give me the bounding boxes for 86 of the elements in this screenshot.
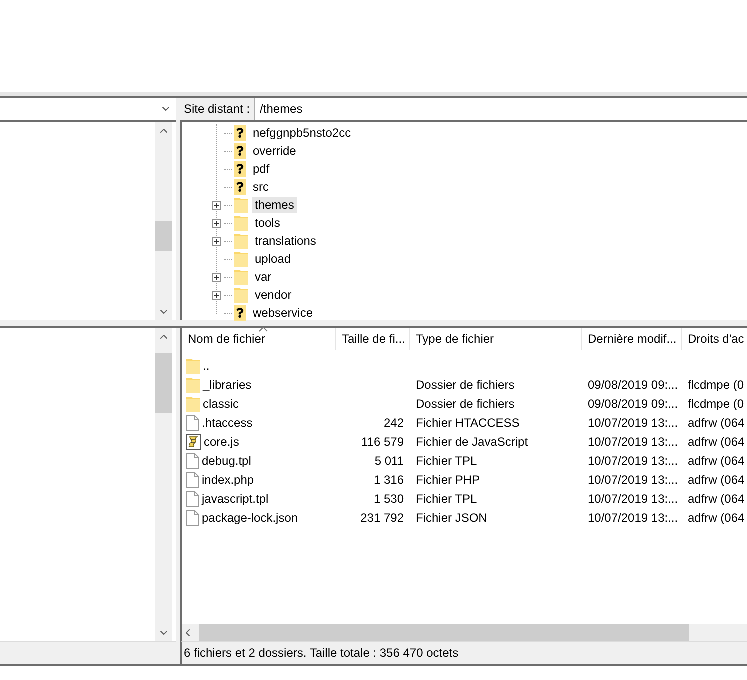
unknown-item-icon xyxy=(234,161,246,177)
folder-icon xyxy=(234,269,248,285)
folder-icon xyxy=(234,215,248,231)
expand-icon[interactable] xyxy=(212,290,221,300)
tree-item[interactable]: nefggnpb5nsto2cc xyxy=(250,125,354,141)
vertical-scrollbar[interactable] xyxy=(155,328,172,641)
permissions: flcdmpe (0 xyxy=(688,378,744,392)
file-type: Fichier de JavaScript xyxy=(416,434,528,448)
folder-icon xyxy=(186,376,200,392)
permissions: adfrw (064 xyxy=(688,454,745,468)
file-name[interactable]: index.php xyxy=(202,472,254,486)
file-size: 1 530 xyxy=(374,492,404,506)
permissions: adfrw (064 xyxy=(688,434,745,448)
scrollbar-thumb[interactable] xyxy=(155,353,172,413)
file-name[interactable]: .htaccess xyxy=(202,416,253,430)
unknown-item-icon xyxy=(234,125,246,141)
folder-icon xyxy=(234,233,248,249)
permissions: adfrw (064 xyxy=(688,510,745,524)
file-size: 242 xyxy=(384,416,404,430)
tree-item[interactable]: override xyxy=(250,143,300,159)
permissions: adfrw (064 xyxy=(688,492,745,506)
file-size: 5 011 xyxy=(374,454,404,468)
file-icon xyxy=(186,452,199,468)
file-name[interactable]: .. xyxy=(203,358,210,372)
vertical-scrollbar[interactable] xyxy=(155,122,172,320)
unknown-item-icon xyxy=(234,179,246,195)
column-header[interactable]: Dernière modif... xyxy=(582,328,682,350)
file-icon xyxy=(186,414,199,430)
file-icon xyxy=(186,510,199,526)
modified-date: 10/07/2019 13:... xyxy=(588,510,678,524)
file-type: Fichier PHP xyxy=(416,472,480,486)
column-header[interactable]: Droits d'ac xyxy=(682,328,747,350)
expand-icon[interactable] xyxy=(212,272,221,282)
modified-date: 10/07/2019 13:... xyxy=(588,472,678,486)
file-icon xyxy=(186,472,199,488)
file-size: 231 792 xyxy=(360,510,404,524)
file-type: Dossier de fichiers xyxy=(416,378,515,392)
file-name[interactable]: classic xyxy=(203,396,240,410)
tree-item[interactable]: var xyxy=(252,269,275,285)
expand-icon[interactable] xyxy=(212,218,221,228)
unknown-item-icon xyxy=(234,143,246,159)
tree-item[interactable]: tools xyxy=(252,215,284,231)
file-size: 1 316 xyxy=(374,472,404,486)
modified-date: 09/08/2019 09:... xyxy=(588,378,678,392)
scrollbar-thumb[interactable] xyxy=(155,221,172,251)
column-header[interactable]: Type de fichier xyxy=(410,328,582,350)
file-type: Fichier JSON xyxy=(416,510,488,524)
permissions: flcdmpe (0 xyxy=(688,396,744,410)
file-type: Fichier TPL xyxy=(416,492,478,506)
unknown-item-icon xyxy=(234,305,246,321)
expand-icon[interactable] xyxy=(212,236,221,246)
folder-icon xyxy=(234,287,248,303)
file-type: Fichier HTACCESS xyxy=(416,416,520,430)
folder-icon xyxy=(186,396,200,412)
modified-date: 10/07/2019 13:... xyxy=(588,416,678,430)
file-size: 116 579 xyxy=(362,434,404,448)
file-name[interactable]: debug.tpl xyxy=(202,454,252,468)
folder-icon xyxy=(186,358,200,374)
file-icon xyxy=(186,490,199,506)
file-name[interactable]: javascript.tpl xyxy=(202,492,269,506)
tree-item[interactable]: translations xyxy=(252,233,320,249)
modified-date: 09/08/2019 09:... xyxy=(588,396,678,410)
script-file-icon xyxy=(186,434,201,450)
tree-item[interactable]: pdf xyxy=(250,161,273,177)
modified-date: 10/07/2019 13:... xyxy=(588,492,678,506)
folder-icon xyxy=(234,251,248,267)
modified-date: 10/07/2019 13:... xyxy=(588,454,678,468)
file-type: Fichier TPL xyxy=(416,454,478,468)
file-name[interactable]: core.js xyxy=(204,434,240,448)
tree-item[interactable]: src xyxy=(250,179,272,195)
permissions: adfrw (064 xyxy=(688,416,745,430)
file-name[interactable]: _libraries xyxy=(203,378,252,392)
file-type: Dossier de fichiers xyxy=(416,396,515,410)
permissions: adfrw (064 xyxy=(688,472,745,486)
folder-icon xyxy=(234,197,248,213)
column-header[interactable]: Nom de fichier xyxy=(182,328,336,350)
horizontal-scrollbar[interactable] xyxy=(182,624,747,641)
tree-item[interactable]: webservice xyxy=(250,305,316,321)
tree-item[interactable]: vendor xyxy=(252,287,295,303)
file-name[interactable]: package-lock.json xyxy=(202,510,298,524)
tree-item[interactable]: themes xyxy=(252,197,298,213)
remote-path-field[interactable]: /themes xyxy=(255,98,747,120)
tree-item[interactable]: upload xyxy=(252,251,294,267)
modified-date: 10/07/2019 13:... xyxy=(588,434,678,448)
column-header[interactable]: Taille de fi... xyxy=(336,328,410,350)
expand-icon[interactable] xyxy=(212,200,221,210)
